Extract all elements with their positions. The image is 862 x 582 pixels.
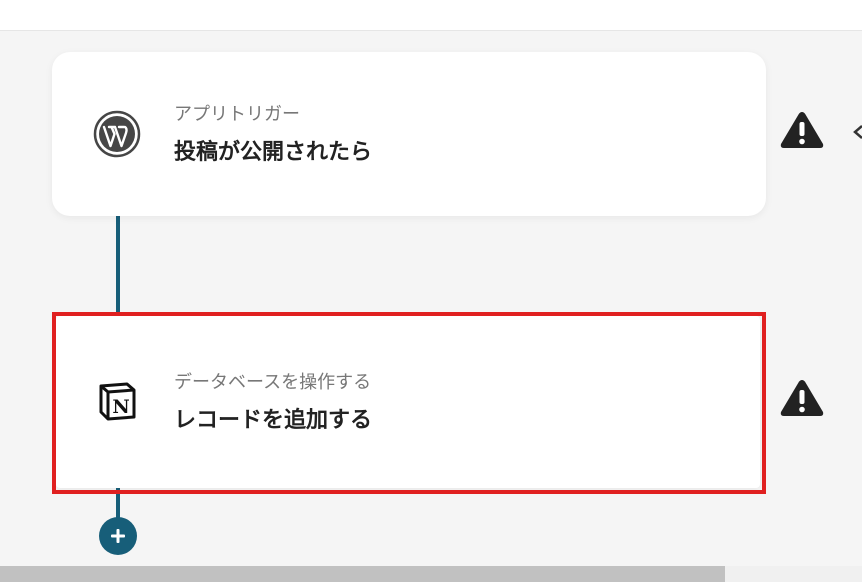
- top-bar: [0, 0, 862, 31]
- scrollbar-thumb[interactable]: [0, 566, 725, 582]
- notion-icon: N: [93, 377, 141, 425]
- flow-step-trigger[interactable]: アプリトリガー 投稿が公開されたら: [52, 52, 766, 216]
- flow-step-action[interactable]: N データベースを操作する レコードを追加する: [56, 316, 760, 488]
- svg-text:N: N: [112, 396, 129, 418]
- warning-icon[interactable]: [779, 110, 825, 150]
- step-title: 投稿が公開されたら: [174, 140, 373, 165]
- plus-icon: [111, 529, 125, 543]
- add-step-button[interactable]: [99, 517, 137, 555]
- wordpress-icon: [93, 110, 141, 158]
- arrow-left-icon: [852, 124, 862, 140]
- flow-connector: [116, 486, 120, 520]
- step-title: レコードを追加する: [174, 408, 373, 433]
- horizontal-scrollbar[interactable]: [0, 566, 862, 582]
- step-subtitle: アプリトリガー: [174, 104, 300, 125]
- flow-connector: [116, 216, 120, 318]
- step-subtitle: データベースを操作する: [174, 372, 372, 393]
- warning-icon[interactable]: [779, 378, 825, 418]
